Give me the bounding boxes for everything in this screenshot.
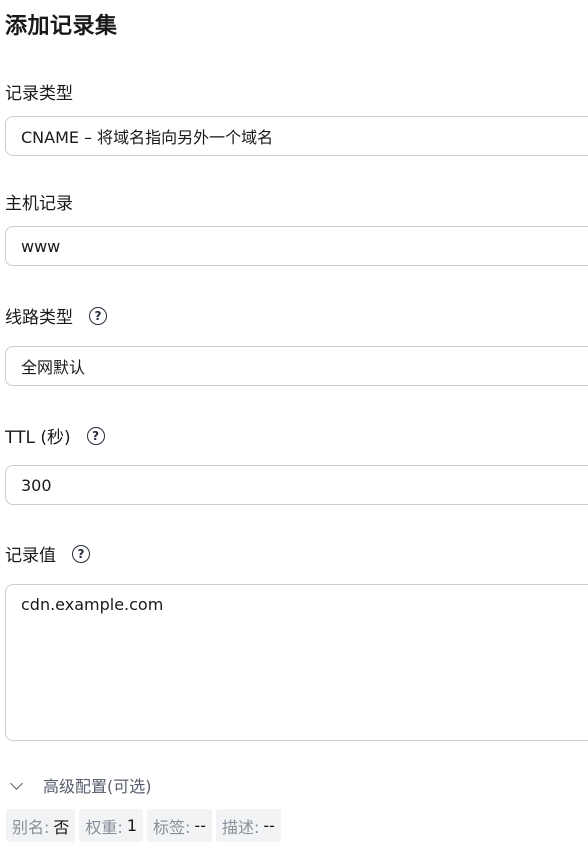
labels-key: 标签: bbox=[153, 817, 191, 837]
ttl-input[interactable]: 300 bbox=[5, 465, 588, 505]
record-type-label: 记录类型 bbox=[5, 79, 73, 104]
ttl-help-icon[interactable]: ? bbox=[86, 426, 105, 445]
alias-key: 别名: bbox=[12, 817, 50, 837]
weight-key: 权重: bbox=[85, 817, 123, 837]
ttl-value: 300 bbox=[21, 475, 52, 495]
description-key: 描述: bbox=[221, 817, 260, 837]
record-value-textarea[interactable]: cdn.example.com bbox=[5, 584, 588, 741]
alias-tag: 别名: 否 bbox=[6, 809, 76, 842]
line-type-help-icon[interactable]: ? bbox=[89, 306, 107, 325]
line-type-value: 全网默认 bbox=[21, 358, 86, 377]
description-tag: 描述: -- bbox=[215, 809, 281, 842]
advanced-config-label: 高级配置(可选) bbox=[43, 777, 152, 796]
line-type-label: 线路类型 ? bbox=[5, 303, 107, 328]
record-type-select[interactable]: CNAME – 将域名指向另外一个域名 bbox=[5, 116, 588, 156]
host-record-label-text: 主机记录 bbox=[5, 194, 73, 214]
ttl-label: TTL (秒) ? bbox=[5, 423, 105, 448]
page-title: 添加记录集 bbox=[5, 14, 118, 39]
host-record-input[interactable]: www bbox=[5, 226, 588, 266]
advanced-config-toggle[interactable]: 高级配置(可选) bbox=[8, 773, 152, 797]
add-record-set-form: 添加记录集 记录类型 CNAME – 将域名指向另外一个域名 主机记录 www … bbox=[0, 0, 588, 864]
labels-tag: 标签: -- bbox=[147, 809, 212, 842]
record-value-text: cdn.example.com bbox=[21, 595, 164, 614]
line-type-select[interactable]: 全网默认 bbox=[5, 346, 588, 386]
host-record-value: www bbox=[21, 236, 61, 256]
labels-value: -- bbox=[194, 816, 206, 835]
chevron-down-icon bbox=[10, 776, 23, 790]
description-value: -- bbox=[263, 816, 275, 835]
weight-tag: 权重: 1 bbox=[79, 809, 144, 842]
record-value-help-icon[interactable]: ? bbox=[72, 544, 90, 563]
weight-value: 1 bbox=[126, 816, 138, 835]
record-value-label: 记录值 ? bbox=[5, 541, 90, 566]
host-record-label: 主机记录 bbox=[5, 189, 73, 214]
alias-value: 否 bbox=[53, 817, 70, 837]
line-type-label-text: 线路类型 bbox=[5, 308, 73, 328]
record-value-label-text: 记录值 bbox=[5, 546, 56, 566]
record-type-label-text: 记录类型 bbox=[5, 84, 73, 104]
ttl-label-text: TTL (秒) bbox=[5, 428, 71, 448]
advanced-summary-tags: 别名: 否 权重: 1 标签: -- 描述: -- bbox=[6, 809, 281, 842]
record-type-value: CNAME – 将域名指向另外一个域名 bbox=[21, 128, 274, 147]
